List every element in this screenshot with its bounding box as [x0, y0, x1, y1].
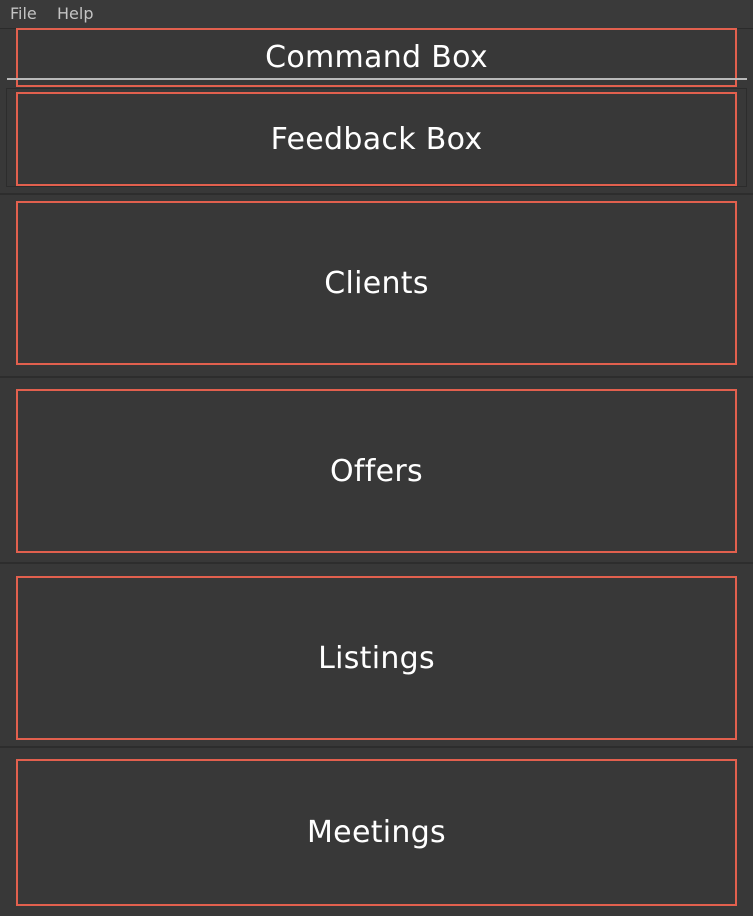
listings-panel[interactable]: Listings: [16, 576, 737, 740]
clients-label: Clients: [324, 265, 429, 301]
divider: [0, 562, 753, 564]
offers-panel[interactable]: Offers: [16, 389, 737, 553]
command-input-underline: [7, 78, 747, 80]
listings-label: Listings: [318, 640, 435, 676]
divider: [0, 746, 753, 748]
command-box-label: Command Box: [265, 40, 488, 75]
offers-label: Offers: [330, 453, 423, 489]
feedback-box-label: Feedback Box: [270, 121, 483, 157]
meetings-panel[interactable]: Meetings: [16, 759, 737, 906]
menu-help[interactable]: Help: [57, 4, 93, 23]
divider: [0, 376, 753, 378]
app-window: File Help Command Box Feedback Box Clien…: [0, 0, 753, 916]
meetings-label: Meetings: [307, 815, 446, 850]
menu-file[interactable]: File: [10, 4, 37, 23]
feedback-box: Feedback Box: [16, 92, 737, 186]
menu-bar: File Help: [0, 0, 753, 29]
clients-panel[interactable]: Clients: [16, 201, 737, 365]
divider: [0, 193, 753, 195]
